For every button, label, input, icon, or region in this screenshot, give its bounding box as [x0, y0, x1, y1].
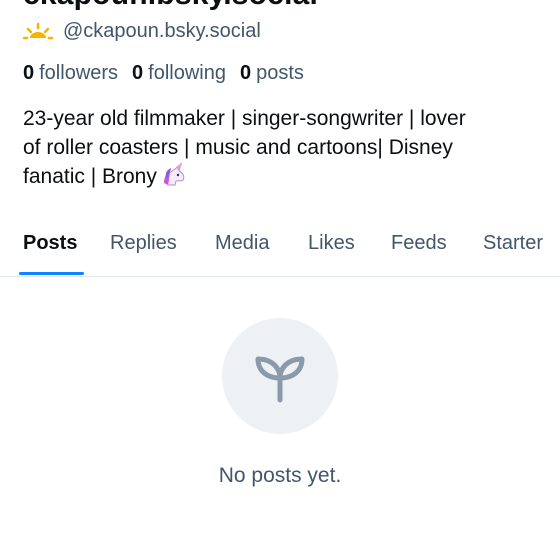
profile-bio: 23-year old filmmaker | singer-songwrite…	[23, 104, 548, 191]
sprout-icon	[255, 356, 305, 403]
profile-handle: @ckapoun.bsky.social	[63, 20, 261, 42]
tab-posts[interactable]: Posts	[23, 232, 77, 255]
profile-stats: 0 followers 0 following 0 posts	[23, 62, 318, 85]
display-name: ckapoun.bsky.social	[23, 0, 318, 12]
empty-state-message: No posts yet.	[218, 464, 342, 487]
followers-stat[interactable]: 0 followers	[23, 62, 118, 85]
unicorn-emoji-icon	[163, 163, 185, 186]
following-label: following	[148, 62, 226, 84]
empty-state-icon-circle	[222, 318, 338, 434]
bio-line: fanatic | Brony	[23, 165, 157, 188]
bio-line: 23-year old filmmaker | singer-songwrite…	[23, 107, 466, 130]
tab-replies[interactable]: Replies	[110, 232, 177, 255]
active-tab-indicator	[19, 272, 84, 275]
followers-count: 0	[23, 62, 35, 84]
posts-label: posts	[256, 62, 304, 84]
handle-row: @ckapoun.bsky.social	[23, 20, 261, 43]
tab-likes[interactable]: Likes	[308, 232, 355, 255]
profile-tabs: Posts Replies Media Likes Feeds Starter	[0, 226, 560, 277]
following-stat[interactable]: 0 following	[132, 62, 226, 85]
posts-stat: 0 posts	[240, 62, 304, 85]
followers-label: followers	[39, 62, 119, 84]
sun-emoji-icon	[23, 22, 53, 43]
posts-count: 0	[240, 62, 252, 84]
tab-starter[interactable]: Starter	[483, 232, 543, 255]
tab-feeds[interactable]: Feeds	[391, 232, 447, 255]
following-count: 0	[132, 62, 144, 84]
bio-line: of roller coasters | music and cartoons|…	[23, 136, 453, 159]
bio-line-last: fanatic | Brony	[23, 162, 548, 191]
tab-media[interactable]: Media	[215, 232, 269, 255]
